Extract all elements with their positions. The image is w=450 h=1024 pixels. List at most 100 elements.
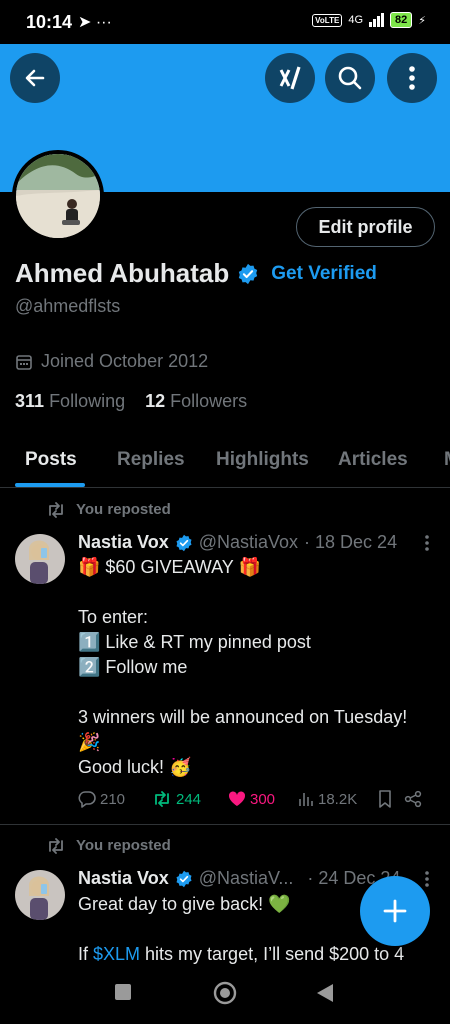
author-photo — [15, 870, 65, 920]
tweet-actions: 210 244 300 18.2K — [78, 790, 430, 808]
back-nav-button[interactable] — [316, 983, 334, 1008]
tweet-line: 2️⃣ Follow me — [78, 657, 188, 677]
tweet-more-button[interactable] — [424, 534, 430, 555]
get-verified-link[interactable]: Get Verified — [271, 263, 377, 285]
search-icon — [338, 66, 362, 90]
author-name[interactable]: Nastia Vox — [78, 532, 169, 553]
tab-posts[interactable]: Posts — [25, 449, 77, 471]
more-vertical-icon — [409, 66, 415, 90]
back-arrow-icon — [25, 69, 45, 87]
repost-label: You reposted — [76, 501, 171, 518]
battery-level: 82 — [390, 12, 413, 28]
cashtag-link[interactable]: $XLM — [93, 944, 140, 964]
tweet-more-button[interactable] — [424, 870, 430, 891]
like-button[interactable]: 300 — [228, 791, 298, 808]
author-name[interactable]: Nastia Vox — [78, 868, 169, 889]
repost-icon — [49, 837, 63, 854]
profile-avatar[interactable] — [12, 150, 104, 242]
share-button[interactable] — [404, 790, 422, 808]
tweet-line — [78, 580, 440, 605]
followers-link[interactable]: 12 Followers — [145, 391, 247, 412]
repost-count: 244 — [176, 790, 202, 808]
repost-button[interactable]: 244 — [152, 791, 228, 808]
bookmark-button[interactable] — [378, 790, 404, 808]
tweet-avatar[interactable] — [15, 534, 65, 584]
plus-icon — [383, 899, 407, 923]
verified-badge-icon — [176, 534, 192, 551]
profile-tabs: Posts Replies Highlights Articles M — [0, 440, 450, 488]
search-button[interactable] — [325, 53, 375, 103]
reply-icon — [78, 791, 96, 808]
calendar-icon — [16, 354, 32, 370]
home-button[interactable] — [213, 981, 237, 1010]
home-circle-icon — [213, 981, 237, 1005]
author-handle[interactable]: @NastiaVox — [199, 532, 298, 553]
tweet-avatar[interactable] — [15, 870, 65, 920]
edit-profile-button[interactable]: Edit profile — [296, 207, 435, 247]
verified-badge-icon — [176, 870, 192, 887]
tweet-line: 🎁 $60 GIVEAWAY 🎁 — [78, 557, 261, 577]
tweet-header: Nastia Vox @NastiaV... · 24 Dec 24 — [78, 868, 400, 889]
grok-icon — [279, 66, 301, 90]
profile-handle: @ahmedflsts — [15, 296, 121, 316]
heart-icon — [228, 791, 246, 806]
views-button[interactable]: 18.2K — [298, 791, 378, 808]
follow-stats: 311 Following 12 Followers — [15, 391, 247, 412]
more-button[interactable] — [387, 53, 437, 103]
tab-replies[interactable]: Replies — [117, 449, 185, 471]
joined-date: Joined October 2012 — [41, 351, 209, 371]
followers-count: 12 — [145, 391, 166, 411]
more-vertical-icon — [425, 871, 429, 887]
repost-indicator: You reposted — [46, 501, 171, 518]
views-icon — [299, 793, 313, 806]
recents-button[interactable] — [114, 983, 132, 1006]
tweet-line: To enter: — [78, 607, 149, 627]
repost-icon — [49, 501, 63, 518]
tweet-line — [78, 680, 440, 705]
tweet-date: · 18 Dec 24 — [304, 532, 398, 552]
active-tab-indicator — [15, 483, 85, 487]
repost-indicator: You reposted — [46, 837, 171, 854]
author-handle[interactable]: @NastiaV... — [199, 868, 294, 889]
notification-icons: ➤ ··· — [78, 14, 112, 31]
profile-name-row: Ahmed Abuhatab Get Verified — [15, 258, 377, 289]
tweet-text: 🎁 $60 GIVEAWAY 🎁 To enter: 1️⃣ Like & RT… — [78, 555, 440, 780]
tweet-line: Good luck! 🥳 — [78, 757, 192, 777]
following-count: 311 — [15, 391, 45, 411]
following-label: Following — [49, 391, 126, 411]
followers-label: Followers — [170, 391, 248, 411]
tweet-line: If $XLM hits my target, I’ll send $200 t… — [78, 942, 440, 966]
system-nav-bar — [0, 966, 450, 1024]
status-bar: 10:14 ➤ ··· VoLTE 4G 82 ⚡ — [0, 0, 450, 44]
compose-button[interactable] — [360, 876, 430, 946]
verified-badge-icon — [239, 263, 258, 284]
tab-articles[interactable]: Articles — [338, 449, 408, 471]
tab-highlights[interactable]: Highlights — [216, 449, 309, 471]
repost-label: You reposted — [76, 837, 171, 854]
tweet-line: 🎉 — [78, 732, 101, 752]
following-link[interactable]: 311 Following — [15, 391, 125, 412]
status-time: 10:14 — [26, 12, 73, 32]
grok-button[interactable] — [265, 53, 315, 103]
back-button[interactable] — [10, 53, 60, 103]
volte-badge: VoLTE — [312, 13, 343, 27]
view-count: 18.2K — [318, 790, 358, 808]
tweet-line: 1️⃣ Like & RT my pinned post — [78, 632, 311, 652]
joined-date-row: Joined October 2012 — [15, 351, 208, 372]
tweet-line: 3 winners will be announced on Tuesday! — [78, 707, 408, 727]
charging-icon: ⚡ — [418, 14, 426, 27]
bookmark-icon — [379, 790, 391, 808]
more-vertical-icon — [425, 535, 429, 551]
signal-icon — [369, 13, 385, 27]
reply-button[interactable]: 210 — [78, 790, 152, 808]
like-count: 300 — [250, 790, 276, 808]
tweet-text-fragment: If — [78, 944, 94, 964]
tab-overflow[interactable]: M — [444, 449, 450, 471]
square-icon — [115, 984, 131, 1000]
avatar-photo — [16, 154, 100, 238]
tweet-text-fragment: hits my target, I’ll send $200 to 4 — [140, 944, 405, 964]
tweet[interactable]: You reposted Nastia Vox @NastiaVox · 18 … — [0, 488, 450, 824]
repost-icon — [155, 791, 169, 807]
tweet-header: Nastia Vox @NastiaVox · 18 Dec 24 — [78, 532, 397, 553]
profile-name: Ahmed Abuhatab — [15, 258, 230, 288]
